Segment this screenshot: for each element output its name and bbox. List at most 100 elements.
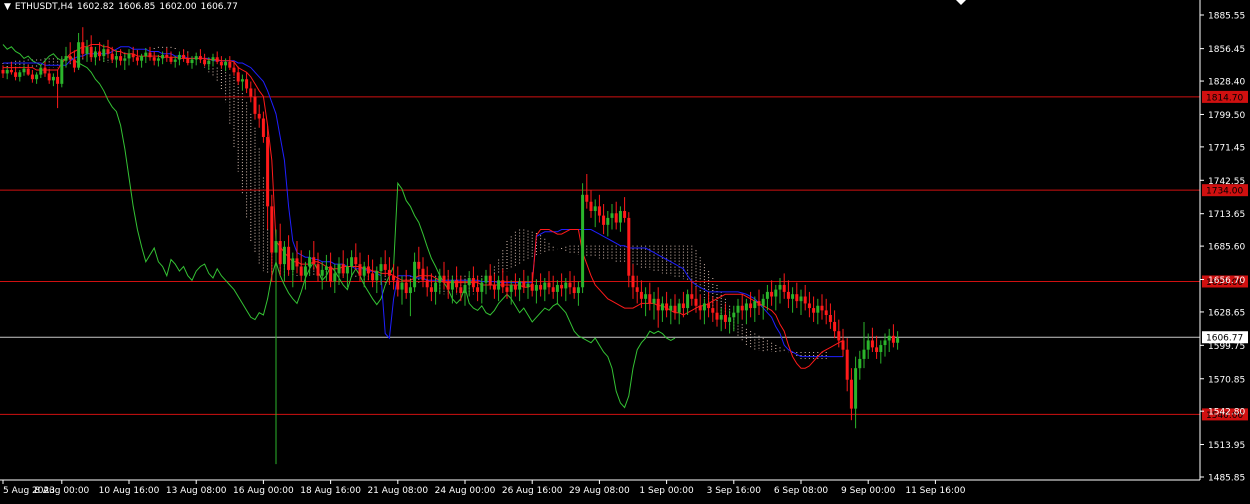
- candle-body: [534, 284, 538, 291]
- candle-body: [736, 305, 740, 313]
- y-tick-label: 1542.80: [1208, 408, 1245, 418]
- candle-body: [627, 217, 631, 276]
- candle-body: [68, 56, 72, 60]
- candle-body: [72, 59, 76, 68]
- candle-body: [854, 368, 858, 409]
- candle-body: [824, 310, 828, 316]
- x-tick-label: 6 Sep 08:00: [774, 486, 829, 496]
- candle-body: [1, 69, 5, 74]
- candle-body: [828, 315, 832, 322]
- y-tick-label: 1828.40: [1208, 78, 1245, 88]
- candle-body: [711, 308, 715, 313]
- candle-body: [887, 335, 891, 341]
- candle-body: [522, 281, 526, 288]
- candle-body: [883, 340, 887, 346]
- candle-body: [488, 275, 492, 285]
- low-value: 1602.00: [159, 2, 197, 12]
- candle-body: [165, 54, 169, 58]
- candle-body: [266, 137, 270, 207]
- candle-body: [803, 296, 807, 304]
- candle-body: [257, 113, 261, 119]
- x-tick-label: 1 Sep 00:00: [639, 486, 694, 496]
- candle-body: [841, 340, 845, 350]
- candle-body: [249, 88, 253, 97]
- candle-body: [753, 301, 757, 309]
- candle-body: [232, 67, 236, 73]
- candle-body: [375, 271, 379, 281]
- candle-body: [135, 57, 139, 61]
- y-tick-label: 1628.65: [1208, 308, 1245, 318]
- candle-body: [236, 72, 240, 82]
- candle-body: [744, 303, 748, 311]
- x-tick-label: 10 Aug 16:00: [99, 486, 160, 496]
- x-tick-label: 3 Sep 16:00: [707, 486, 762, 496]
- candle-body: [211, 57, 215, 61]
- triangle-down-icon[interactable]: ▼: [4, 2, 11, 12]
- candle-body: [765, 291, 769, 299]
- candle-body: [875, 347, 879, 352]
- candle-body: [161, 54, 165, 59]
- candle-body: [215, 57, 219, 62]
- candle-body: [807, 303, 811, 309]
- candle-body: [799, 296, 803, 302]
- candle-body: [543, 282, 547, 290]
- candle-body: [354, 257, 358, 265]
- candle-body: [341, 264, 345, 274]
- y-tick-label: 1771.45: [1208, 143, 1245, 153]
- candle-body: [455, 280, 459, 288]
- candle-body: [240, 79, 244, 82]
- candle-body: [471, 278, 475, 288]
- candle-body: [119, 56, 123, 61]
- candle-body: [35, 74, 39, 80]
- candle-body: [98, 51, 102, 57]
- candle-body: [459, 287, 463, 294]
- scroll-marker-icon: [956, 0, 966, 5]
- level-label: 1734.00: [1206, 187, 1243, 197]
- y-tick-label: 1713.65: [1208, 210, 1245, 220]
- chart-area[interactable]: 1814.70 1734.00 1655.00 1540.00 1606.77 1885…: [0, 0, 1250, 500]
- y-tick-label: 1656.70: [1208, 276, 1245, 286]
- candle-body: [896, 338, 900, 343]
- candle-body: [345, 266, 349, 274]
- y-tick-label: 1513.95: [1208, 441, 1245, 451]
- candle-body: [782, 284, 786, 292]
- candle-body: [879, 345, 883, 352]
- candle-body: [194, 56, 198, 60]
- candle-body: [505, 287, 509, 292]
- candle-body: [870, 340, 874, 348]
- candle-body: [114, 56, 118, 60]
- candle-body: [719, 315, 723, 320]
- candle-body: [761, 298, 765, 306]
- candle-body: [110, 53, 114, 60]
- candle-body: [89, 46, 93, 58]
- candle-body: [308, 257, 312, 267]
- price-chart[interactable]: 1814.701734.001655.001540.001606.77 1885…: [0, 0, 1250, 500]
- candle-body: [652, 298, 656, 304]
- close-value: 1606.77: [200, 2, 238, 12]
- candle-body: [123, 58, 127, 61]
- x-tick-label: 18 Aug 16:00: [300, 486, 361, 496]
- candle-body: [568, 282, 572, 288]
- candle-body: [606, 217, 610, 225]
- candle-body: [366, 266, 370, 274]
- candle-body: [81, 42, 85, 54]
- candle-body: [891, 335, 895, 343]
- candle-body: [648, 294, 652, 304]
- candle-body: [501, 280, 505, 288]
- x-tick-label: 13 Aug 08:00: [166, 486, 227, 496]
- candle-body: [287, 246, 291, 270]
- high-value: 1606.85: [118, 2, 156, 12]
- candle-body: [547, 282, 551, 288]
- y-tick-label: 1799.50: [1208, 111, 1245, 121]
- candle-body: [64, 56, 68, 61]
- symbol-info-bar: ▼ ETHUSDT,H4 1602.82 1606.85 1602.00 1606.77: [4, 2, 242, 12]
- candle-body: [576, 287, 580, 294]
- x-tick-label: 8 Aug 00:00: [34, 486, 89, 496]
- x-tick-label: 21 Aug 08:00: [367, 486, 428, 496]
- candle-body: [60, 60, 64, 84]
- candle-body: [749, 303, 753, 309]
- candle-body: [5, 69, 9, 74]
- candle-body: [198, 56, 202, 60]
- candle-body: [690, 294, 694, 299]
- y-tick-label: 1856.45: [1208, 45, 1245, 55]
